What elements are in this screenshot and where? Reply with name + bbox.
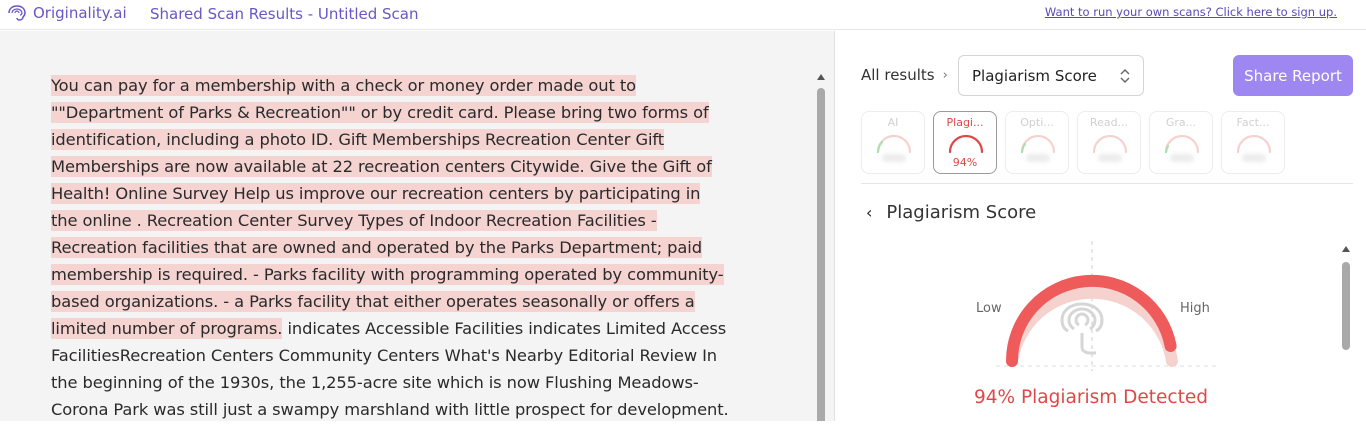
brand-logo[interactable]: Originality.ai	[6, 4, 127, 22]
plagiarism-result-text: 94% Plagiarism Detected	[974, 387, 1208, 408]
brain-icon	[6, 4, 28, 22]
chevron-left-icon[interactable]: ‹	[866, 203, 872, 222]
section-header: ‹ Plagiarism Score	[866, 202, 1036, 223]
blurred-value	[1026, 154, 1050, 162]
gauge-high-label: High	[1180, 301, 1210, 316]
signup-link[interactable]: Want to run your own scans? Click here t…	[1045, 5, 1337, 19]
tab-fact-check[interactable]: Fact...	[1221, 111, 1285, 174]
tab-value: 94%	[952, 156, 978, 169]
chevron-updown-icon	[1120, 69, 1130, 83]
tab-label: AI	[887, 116, 899, 129]
document-scrollbar[interactable]	[816, 74, 826, 421]
document-pane: You can pay for a membership with a chec…	[0, 31, 835, 421]
breadcrumb-all-results[interactable]: All results	[861, 66, 935, 84]
top-bar: Originality.ai Shared Scan Results - Unt…	[0, 0, 1366, 30]
highlighted-passage[interactable]: You can pay for a membership with a chec…	[51, 75, 724, 339]
tab-ai[interactable]: AI	[861, 111, 925, 174]
tab-readability[interactable]: Read...	[1077, 111, 1141, 174]
blurred-value	[1242, 154, 1266, 162]
blurred-value	[882, 154, 906, 162]
result-type-select[interactable]: Plagiarism Score	[958, 55, 1144, 96]
share-report-button[interactable]: Share Report	[1233, 55, 1353, 96]
scrollbar-thumb[interactable]	[1342, 262, 1350, 350]
mini-gauge-icon	[1092, 134, 1128, 154]
tab-optimization[interactable]: Opti...	[1005, 111, 1069, 174]
mini-gauge-icon	[1236, 134, 1272, 154]
blurred-value	[1170, 154, 1194, 162]
tab-plagiarism[interactable]: Plagi... 94%	[933, 111, 997, 174]
brand-name: Originality.ai	[33, 4, 127, 22]
mini-gauge-icon	[1020, 134, 1056, 154]
document-text: You can pay for a membership with a chec…	[51, 72, 731, 421]
tab-label: Opti...	[1020, 116, 1054, 129]
tab-label: Fact...	[1236, 116, 1270, 129]
scrollbar-thumb[interactable]	[817, 88, 825, 421]
tab-label: Gra...	[1165, 116, 1197, 129]
tab-label: Read...	[1089, 116, 1129, 129]
results-scrollbar[interactable]	[1341, 246, 1351, 426]
tab-grammar[interactable]: Gra...	[1149, 111, 1213, 174]
tab-label: Plagi...	[946, 116, 984, 129]
mini-gauge-icon	[1164, 134, 1200, 154]
scroll-up-arrow-icon[interactable]	[817, 74, 825, 80]
scan-title: Shared Scan Results - Untitled Scan	[150, 5, 419, 23]
result-tabs: AI Plagi... 94% Opti... Read... Gra... F…	[861, 111, 1285, 174]
brain-watermark-icon	[1060, 302, 1104, 355]
scroll-up-arrow-icon[interactable]	[1342, 246, 1350, 252]
section-title: Plagiarism Score	[886, 202, 1037, 223]
gauge-low-label: Low	[976, 301, 1002, 316]
result-type-selected: Plagiarism Score	[972, 66, 1097, 85]
blurred-value	[1098, 154, 1122, 162]
breadcrumb[interactable]: All results ›	[861, 66, 948, 84]
chevron-right-icon: ›	[942, 67, 948, 83]
mini-gauge-icon	[948, 134, 984, 154]
divider	[861, 183, 1353, 184]
mini-gauge-icon	[876, 134, 912, 154]
